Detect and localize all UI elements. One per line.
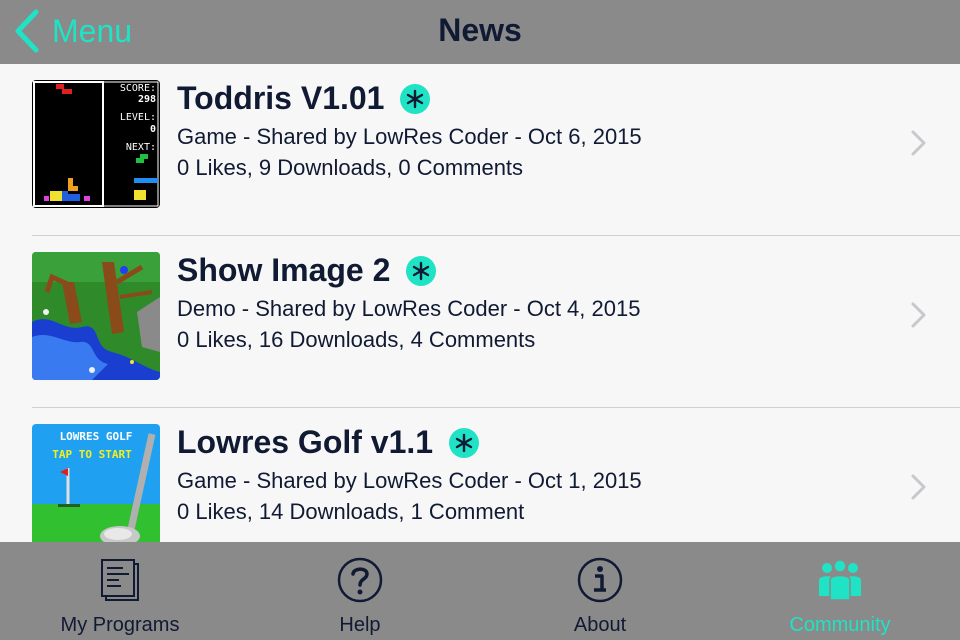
thumb-golf-prompt: TAP TO START	[52, 448, 132, 461]
page-title: News	[438, 12, 522, 48]
news-list: SCORE: 298 LEVEL: 0 NEXT: Toddris V1.01 …	[0, 64, 960, 542]
tab-about[interactable]: About	[480, 542, 720, 640]
chevron-right-icon	[908, 472, 930, 507]
item-title-row: Toddris V1.01	[177, 80, 431, 117]
item-stats: 0 Likes, 14 Downloads, 1 Comment	[177, 499, 525, 524]
list-item[interactable]: LOWRES GOLF TAP TO START Lowres Golf v1.…	[0, 408, 960, 542]
chevron-right-icon	[908, 300, 930, 335]
item-stats: 0 Likes, 16 Downloads, 4 Comments	[177, 327, 536, 352]
item-title: Show Image 2	[177, 252, 391, 288]
tab-label: Community	[789, 614, 891, 636]
navigation-bar: Menu News	[0, 0, 960, 64]
tab-label: My Programs	[60, 614, 180, 636]
item-title-row: Lowres Golf v1.1	[177, 424, 480, 461]
item-title: Lowres Golf v1.1	[177, 424, 434, 460]
tab-my-programs[interactable]: My Programs	[0, 542, 240, 640]
thumb-level-value: 0	[150, 124, 156, 135]
asterisk-badge-icon	[449, 427, 480, 458]
program-thumbnail: SCORE: 298 LEVEL: 0 NEXT:	[32, 80, 160, 208]
tab-bar: My Programs Help About Community	[0, 542, 960, 640]
item-meta: Game - Shared by LowRes Coder - Oct 1, 2…	[177, 468, 642, 493]
programs-icon	[96, 556, 144, 604]
chevron-right-icon	[908, 128, 930, 163]
thumb-score-value: 298	[138, 94, 156, 105]
item-stats: 0 Likes, 9 Downloads, 0 Comments	[177, 155, 524, 180]
help-icon	[336, 556, 384, 604]
item-meta: Demo - Shared by LowRes Coder - Oct 4, 2…	[177, 296, 641, 321]
community-icon	[816, 556, 864, 604]
thumb-golf-title: LOWRES GOLF	[60, 430, 133, 443]
thumb-next-label: NEXT:	[126, 142, 156, 153]
program-thumbnail	[32, 252, 160, 380]
thumb-score-label: SCORE:	[120, 83, 156, 94]
tab-label: Help	[339, 614, 381, 636]
tab-community[interactable]: Community	[720, 542, 960, 640]
program-thumbnail: LOWRES GOLF TAP TO START	[32, 424, 160, 542]
info-icon	[576, 556, 624, 604]
asterisk-badge-icon	[400, 83, 431, 114]
list-item[interactable]: Show Image 2 Demo - Shared by LowRes Cod…	[0, 236, 960, 408]
thumb-level-label: LEVEL:	[120, 112, 156, 123]
tab-label: About	[573, 614, 627, 636]
list-item[interactable]: SCORE: 298 LEVEL: 0 NEXT: Toddris V1.01 …	[0, 64, 960, 236]
tab-help[interactable]: Help	[240, 542, 480, 640]
item-meta: Game - Shared by LowRes Coder - Oct 6, 2…	[177, 124, 642, 149]
item-title: Toddris V1.01	[177, 80, 385, 116]
item-title-row: Show Image 2	[177, 252, 437, 289]
asterisk-badge-icon	[406, 255, 437, 286]
